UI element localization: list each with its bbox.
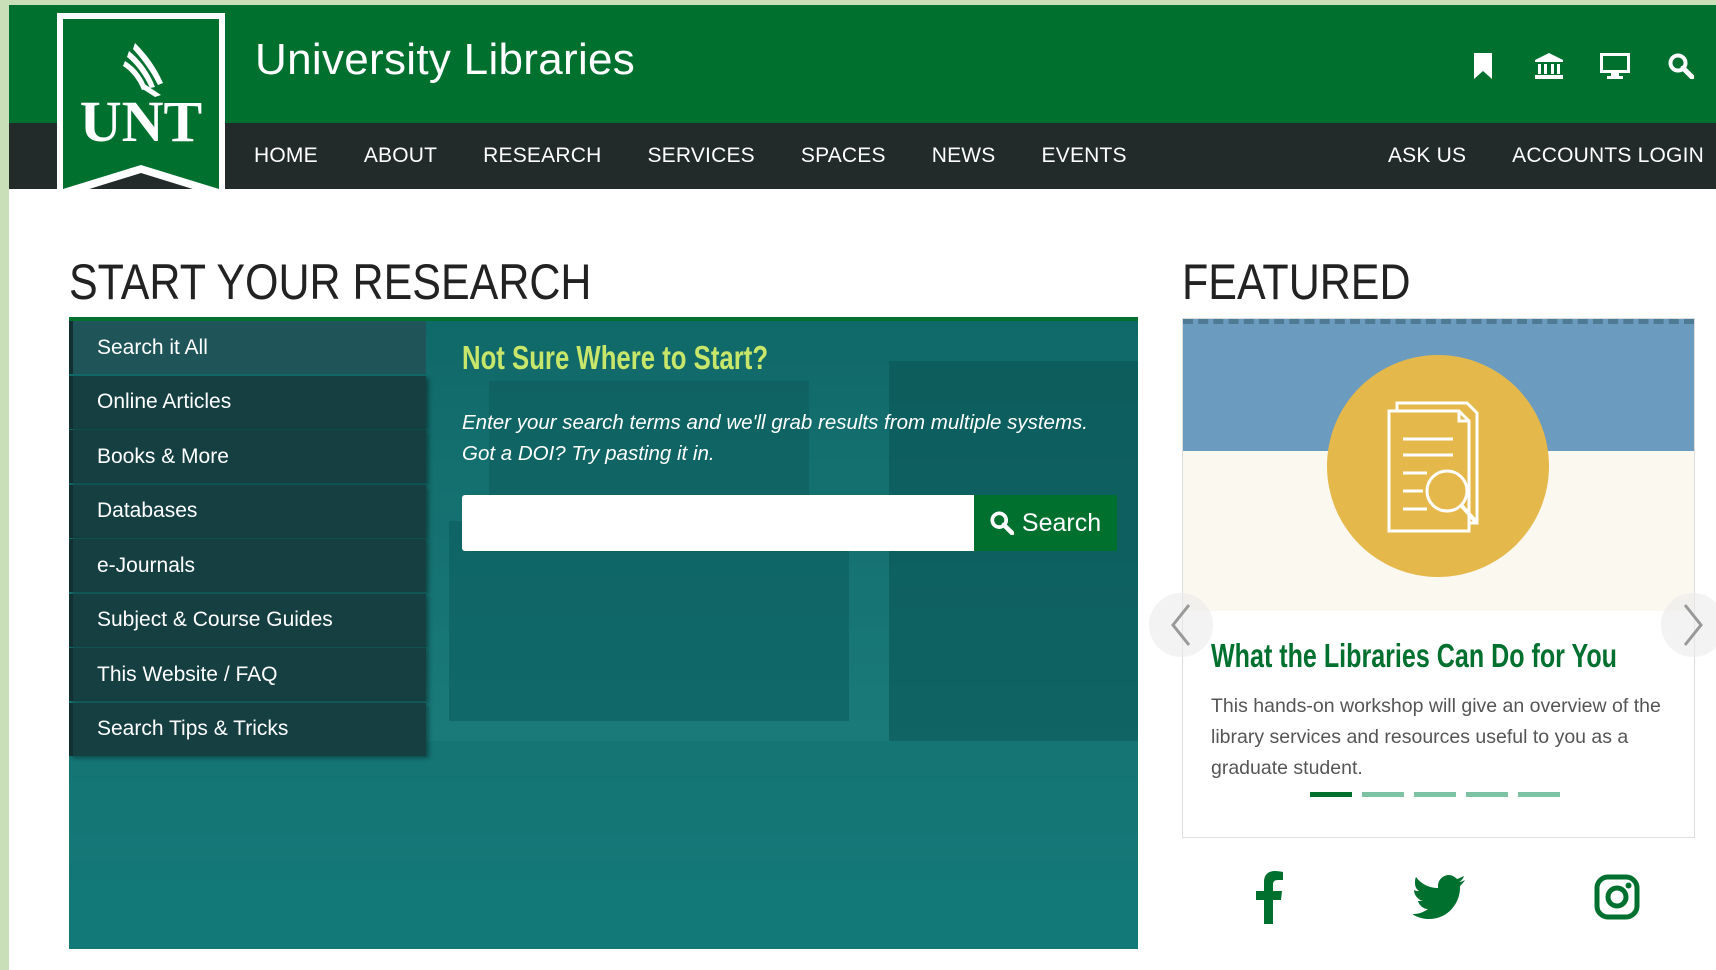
library-building-icon[interactable] <box>1534 51 1564 81</box>
carousel-dot-2[interactable] <box>1362 792 1404 797</box>
tab-e-journals[interactable]: e-Journals <box>69 539 426 592</box>
facebook-icon[interactable] <box>1239 867 1299 927</box>
featured-image-circle <box>1327 355 1549 577</box>
tab-databases[interactable]: Databases <box>69 484 426 538</box>
carousel-indicators <box>1310 792 1560 797</box>
research-heading: START YOUR RESEARCH <box>69 254 592 310</box>
search-input[interactable] <box>462 495 974 551</box>
search-form: Search <box>462 495 1122 551</box>
primary-nav: HOME ABOUT RESEARCH SERVICES SPACES NEWS… <box>254 123 1173 189</box>
bookmark-icon[interactable] <box>1468 51 1498 81</box>
nav-home[interactable]: HOME <box>254 144 318 168</box>
unt-logo[interactable]: UNT <box>57 13 225 207</box>
search-button[interactable]: Search <box>974 495 1117 551</box>
search-button-label: Search <box>1021 508 1102 537</box>
carousel-dot-4[interactable] <box>1466 792 1508 797</box>
nav-research[interactable]: RESEARCH <box>483 144 601 168</box>
featured-image <box>1183 319 1694 611</box>
search-area: Not Sure Where to Start? Enter your sear… <box>462 321 1122 551</box>
tab-search-it-all[interactable]: Search it All <box>69 321 426 374</box>
search-description: Enter your search terms and we'll grab r… <box>462 411 1088 465</box>
featured-description: This hands-on workshop will give an over… <box>1211 695 1661 779</box>
featured-card[interactable]: What the Libraries Can Do for You This h… <box>1182 318 1695 838</box>
document-search-icon <box>1387 401 1479 533</box>
utility-nav: ASK US ACCOUNTS LOGIN <box>1342 123 1704 189</box>
search-tabs: Search it All Online Articles Books & Mo… <box>69 321 426 757</box>
nav-events[interactable]: EVENTS <box>1042 144 1127 168</box>
nav-spaces[interactable]: SPACES <box>801 144 886 168</box>
nav-accounts-login[interactable]: ACCOUNTS LOGIN <box>1512 144 1704 168</box>
carousel-dot-3[interactable] <box>1414 792 1456 797</box>
header-icons <box>1468 51 1696 81</box>
site-title-link[interactable]: University Libraries <box>255 35 635 85</box>
tab-search-tips[interactable]: Search Tips & Tricks <box>69 702 426 756</box>
nav-services[interactable]: SERVICES <box>647 144 754 168</box>
nav-news[interactable]: NEWS <box>932 144 996 168</box>
tab-subject-course-guides[interactable]: Subject & Course Guides <box>69 593 426 647</box>
tab-website-faq[interactable]: This Website / FAQ <box>69 648 426 701</box>
search-icon <box>990 511 1014 535</box>
chevron-right-icon <box>1683 604 1703 646</box>
nav-about[interactable]: ABOUT <box>364 144 437 168</box>
chevron-left-icon <box>1171 604 1191 646</box>
tab-books-and-more[interactable]: Books & More <box>69 430 426 483</box>
featured-heading: FEATURED <box>1182 254 1411 310</box>
research-panel: Search it All Online Articles Books & Mo… <box>69 317 1138 949</box>
carousel-next-button[interactable] <box>1661 593 1716 657</box>
twitter-icon[interactable] <box>1409 867 1469 927</box>
monitor-icon[interactable] <box>1600 51 1630 81</box>
carousel-dot-5[interactable] <box>1518 792 1560 797</box>
nav-ask-us[interactable]: ASK US <box>1388 144 1466 168</box>
featured-title-link[interactable]: What the Libraries Can Do for You <box>1211 637 1617 675</box>
search-title: Not Sure Where to Start? <box>462 339 769 376</box>
carousel-dot-1[interactable] <box>1310 792 1352 797</box>
search-icon[interactable] <box>1666 51 1696 81</box>
carousel-prev-button[interactable] <box>1149 593 1213 657</box>
svg-text:UNT: UNT <box>80 89 202 154</box>
instagram-icon[interactable] <box>1587 867 1647 927</box>
page: UNT University Libraries HOME ABOUT RESE… <box>9 5 1716 970</box>
tab-online-articles[interactable]: Online Articles <box>69 375 426 429</box>
